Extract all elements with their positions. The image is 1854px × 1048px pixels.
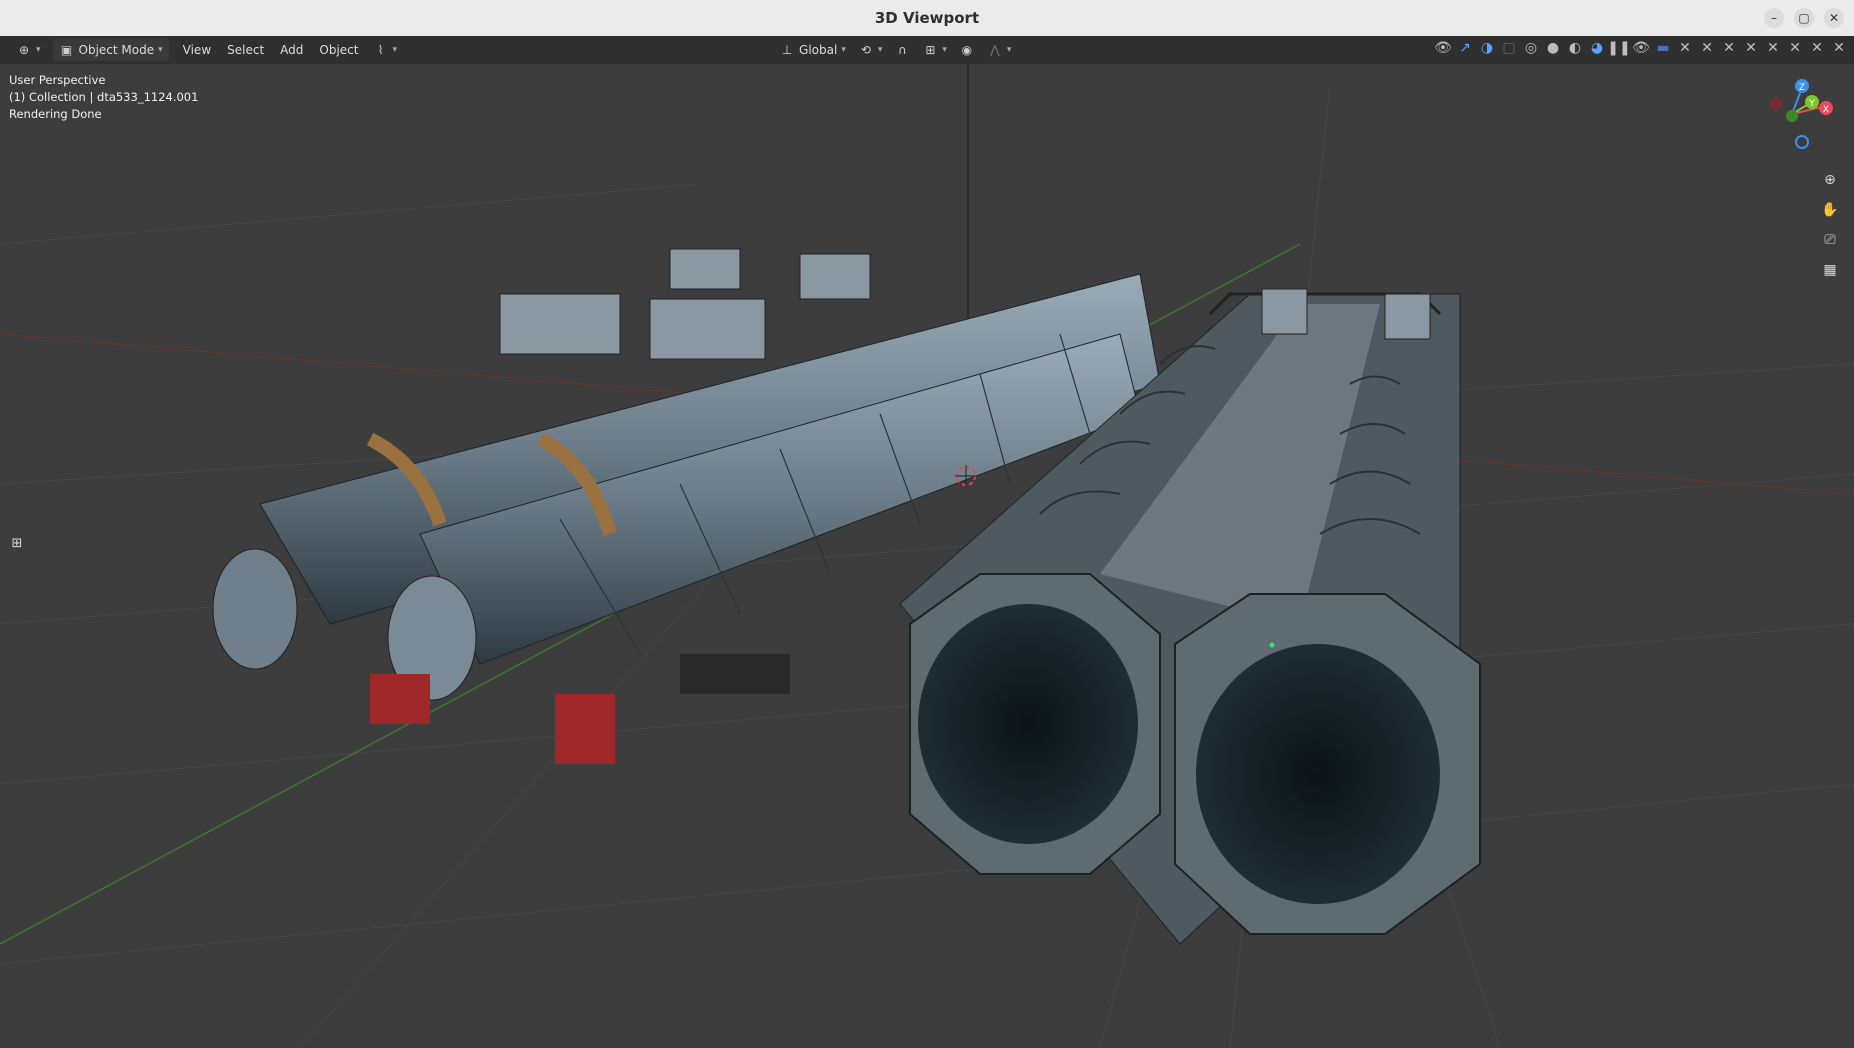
layer-x-icon[interactable]: ✕ xyxy=(1742,39,1760,57)
maximize-button[interactable]: ▢ xyxy=(1794,8,1814,28)
gizmo-x-label: X xyxy=(1823,105,1829,115)
transform-orientation-selector[interactable]: ⊥ Global ▾ xyxy=(773,39,852,61)
snap-toggle[interactable]: ∩ xyxy=(888,39,916,61)
rendered-shading-icon[interactable]: ◕ xyxy=(1588,39,1606,57)
menu-view[interactable]: View xyxy=(175,43,219,57)
gizmo-neg-y[interactable] xyxy=(1786,110,1798,122)
window-controls: – ▢ ✕ xyxy=(1764,8,1844,28)
menu-add[interactable]: Add xyxy=(272,43,311,57)
wireframe-shading-icon[interactable]: ◎ xyxy=(1522,39,1540,57)
layer-x-icon[interactable]: ✕ xyxy=(1830,39,1848,57)
editor-type-icon: ⊕ xyxy=(18,43,30,57)
3d-viewport[interactable]: User Perspective (1) Collection | dta533… xyxy=(0,64,1854,1048)
toolbar-toggle-icon[interactable]: ⊞ xyxy=(8,534,26,552)
material-shading-icon[interactable]: ◐ xyxy=(1566,39,1584,57)
viewport-info: User Perspective (1) Collection | dta533… xyxy=(9,72,198,123)
pivot-selector[interactable]: ⟲ ▾ xyxy=(852,39,889,61)
falloff-icon: ⋀ xyxy=(989,43,1000,57)
hand-pan-icon[interactable]: ✋ xyxy=(1818,198,1842,222)
object-mode-icon: ▣ xyxy=(60,43,73,57)
header-right-tools: 👁 ↗ ◑ ▢ ◎ ● ◐ ◕ ❚❚ 👁 ▬ ✕ ✕ ✕ ✕ ✕ ✕ ✕ ✕ xyxy=(1434,39,1848,57)
perspective-grid-icon[interactable]: ▦ xyxy=(1818,258,1842,282)
zoom-icon[interactable]: ⊕ xyxy=(1818,168,1842,192)
minimize-button[interactable]: – xyxy=(1764,8,1784,28)
window-titlebar: 3D Viewport – ▢ ✕ xyxy=(0,0,1854,37)
viewport-scene xyxy=(0,64,1854,1048)
origin-dot xyxy=(1269,642,1275,648)
mode-label: Object Mode xyxy=(78,43,155,57)
layer-x-icon[interactable]: ✕ xyxy=(1676,39,1694,57)
layer-x-icon[interactable]: ✕ xyxy=(1808,39,1826,57)
overlay-toggle-icon[interactable]: ◑ xyxy=(1478,39,1496,57)
mode-selector[interactable]: ▣ Object Mode ▾ xyxy=(52,39,169,61)
window-title: 3D Viewport xyxy=(874,9,980,27)
pause-icon[interactable]: ❚❚ xyxy=(1607,39,1630,57)
proportional-edit-toggle[interactable]: ◉ xyxy=(953,39,981,61)
active-layer-icon[interactable]: ▬ xyxy=(1654,39,1672,57)
collection-info: (1) Collection | dta533_1124.001 xyxy=(9,90,199,104)
xray-icon[interactable]: ▢ xyxy=(1500,39,1518,57)
orientation-label: Global xyxy=(799,43,838,57)
gizmo-y-label: Y xyxy=(1808,99,1815,109)
layer-x-icon[interactable]: ✕ xyxy=(1764,39,1782,57)
camera-view-icon[interactable]: ⎚ xyxy=(1818,228,1842,252)
snap-selector[interactable]: ⊞ ▾ xyxy=(916,39,953,61)
close-button[interactable]: ✕ xyxy=(1824,8,1844,28)
gizmo-neg-z[interactable] xyxy=(1795,135,1809,149)
orientation-icon: ⊥ xyxy=(781,43,793,57)
view-name: User Perspective xyxy=(9,73,106,87)
magnet-icon: ∩ xyxy=(897,43,907,57)
gpencil-selector[interactable]: ⌇ ▾ xyxy=(367,39,404,61)
falloff-selector[interactable]: ⋀ ▾ xyxy=(981,39,1018,61)
solid-shading-icon[interactable]: ● xyxy=(1544,39,1562,57)
visibility-icon[interactable]: 👁 xyxy=(1632,39,1650,57)
pivot-icon: ⟲ xyxy=(860,43,871,57)
menu-object[interactable]: Object xyxy=(311,43,366,57)
selectability-icon[interactable]: 👁 xyxy=(1434,39,1452,57)
viewport-header: ⊕ ▾ ▣ Object Mode ▾ View Select Add Objec… xyxy=(0,36,1854,64)
render-status: Rendering Done xyxy=(9,107,102,121)
gizmo-neg-x[interactable] xyxy=(1770,98,1782,110)
editor-type-selector[interactable]: ⊕ ▾ xyxy=(10,39,47,61)
layer-x-icon[interactable]: ✕ xyxy=(1720,39,1738,57)
proportional-edit-icon: ◉ xyxy=(961,43,973,57)
menu-select[interactable]: Select xyxy=(219,43,272,57)
navigation-gizmo[interactable]: Z Y X xyxy=(1756,74,1836,154)
snap-increment-icon: ⊞ xyxy=(925,43,936,57)
layer-x-icon[interactable]: ✕ xyxy=(1786,39,1804,57)
layer-x-icon[interactable]: ✕ xyxy=(1698,39,1716,57)
gizmo-z-label: Z xyxy=(1799,83,1805,93)
gizmo-toggle-icon[interactable]: ↗ xyxy=(1456,39,1474,57)
stroke-icon: ⌇ xyxy=(377,43,384,57)
